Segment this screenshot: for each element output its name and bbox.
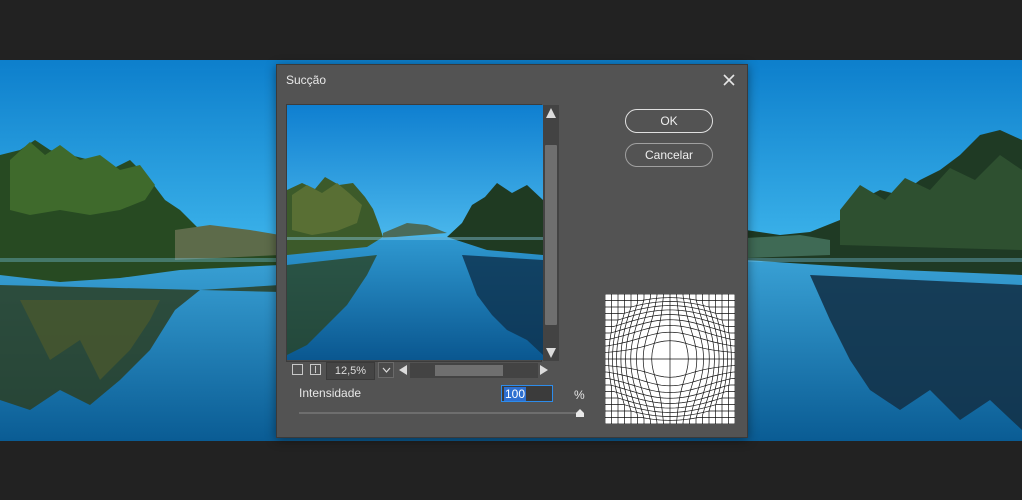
preview-area[interactable]	[286, 104, 543, 362]
scroll-left-icon[interactable]	[397, 363, 409, 377]
scroll-up-icon[interactable]	[543, 106, 559, 120]
distortion-grid-preview	[604, 293, 736, 425]
preview-image[interactable]	[287, 105, 543, 360]
zoom-level[interactable]: 12,5%	[326, 362, 375, 380]
preview-vertical-scrollbar[interactable]	[543, 105, 559, 361]
scroll-down-icon[interactable]	[543, 346, 559, 360]
filter-dialog: Sucção 12,5% Intensidade 100 % OK Cancel…	[276, 64, 748, 438]
zoom-in-button[interactable]	[310, 364, 321, 375]
dialog-titlebar[interactable]: Sucção	[277, 65, 747, 95]
vertical-scroll-thumb[interactable]	[545, 145, 557, 325]
chevron-down-icon	[382, 367, 390, 373]
close-icon[interactable]	[720, 71, 738, 89]
pinch-grid-icon	[604, 293, 736, 425]
intensity-input[interactable]: 100	[501, 385, 553, 402]
percent-unit: %	[574, 388, 585, 402]
intensity-slider[interactable]	[299, 412, 583, 414]
zoom-dropdown-button[interactable]	[378, 362, 394, 378]
scroll-right-icon[interactable]	[538, 363, 550, 377]
intensity-label: Intensidade	[299, 386, 362, 400]
horizontal-scroll-thumb[interactable]	[435, 365, 503, 376]
intensity-slider-thumb[interactable]	[575, 405, 585, 417]
zoom-out-button[interactable]	[292, 364, 303, 375]
intensity-value[interactable]: 100	[504, 387, 527, 401]
preview-horizontal-scrollbar[interactable]	[410, 363, 538, 378]
cancel-button[interactable]: Cancelar	[625, 143, 713, 167]
dialog-title: Sucção	[286, 73, 327, 87]
ok-button[interactable]: OK	[625, 109, 713, 133]
preview-toolbar: 12,5%	[286, 362, 560, 380]
